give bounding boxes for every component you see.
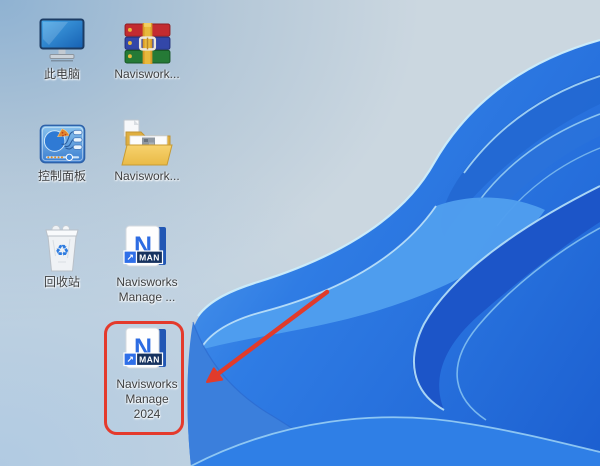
icon-label-this-pc: 此电脑 xyxy=(43,67,80,81)
recycle-symbol: ♻ xyxy=(55,243,69,260)
control-panel-icon-box xyxy=(39,116,86,166)
icon-label-navisworks-2024: Navisworks Manage 2024 xyxy=(102,377,192,422)
archive-icon-box xyxy=(124,14,171,64)
navisworks-icon-box-2: N ↗ MAN xyxy=(123,324,171,374)
shortcut-arrow-icon: ↗ xyxy=(126,355,134,365)
navisworks-app-icon: N ↗ MAN xyxy=(123,225,166,267)
folder-icon-box xyxy=(121,116,173,166)
desktop-icon-navisworks-manage-2024[interactable]: N ↗ MAN Navisworks Manage 2024 xyxy=(105,324,189,422)
winrar-archive-icon xyxy=(124,23,170,64)
desktop-icon-this-pc[interactable]: 此电脑 xyxy=(20,14,104,82)
folder-icon xyxy=(121,119,173,166)
navisworks-icon-box-1: N ↗ MAN xyxy=(123,222,171,272)
label-line-1: Navisworks xyxy=(116,377,178,391)
icon-label-control-panel: 控制面板 xyxy=(37,169,86,183)
icon-label-navisworks-trial: Navisworks Manage ... xyxy=(102,275,192,305)
icon-label-folder: Naviswork... xyxy=(114,169,180,183)
man-badge-label: MAN xyxy=(139,253,160,263)
monitor-icon xyxy=(39,18,85,62)
label-line-1: Navisworks xyxy=(116,275,178,289)
label-line-2: Manage ... xyxy=(118,290,176,304)
navisworks-app-icon: N ↗ MAN xyxy=(123,327,166,369)
control-panel-icon xyxy=(39,124,85,164)
desktop-icon-navisworks-manage-trial[interactable]: N ↗ MAN Navisworks Manage ... xyxy=(105,222,189,305)
icon-label-recycle-bin: 回收站 xyxy=(43,275,80,289)
label-line-3: 2024 xyxy=(133,407,161,421)
desktop-icon-control-panel[interactable]: 控制面板 xyxy=(20,116,104,184)
recycle-bin-icon-box: ♻ xyxy=(44,222,80,272)
shortcut-arrow-icon: ↗ xyxy=(126,253,134,263)
desktop-icon-navisworks-folder[interactable]: Naviswork... xyxy=(105,116,189,184)
desktop-icon-recycle-bin[interactable]: ♻ 回收站 xyxy=(20,222,104,290)
label-line-2: Manage xyxy=(125,392,169,406)
desktop: 此电脑 Naviswork... 控制面板 Naviswork... ♻ 回收站… xyxy=(0,0,600,466)
recycle-bin-icon: ♻ xyxy=(45,225,79,272)
icon-label-archive: Naviswork... xyxy=(114,67,180,81)
man-badge-label: MAN xyxy=(139,355,160,365)
this-pc-icon xyxy=(39,14,85,64)
desktop-icon-navisworks-archive[interactable]: Naviswork... xyxy=(105,14,189,82)
